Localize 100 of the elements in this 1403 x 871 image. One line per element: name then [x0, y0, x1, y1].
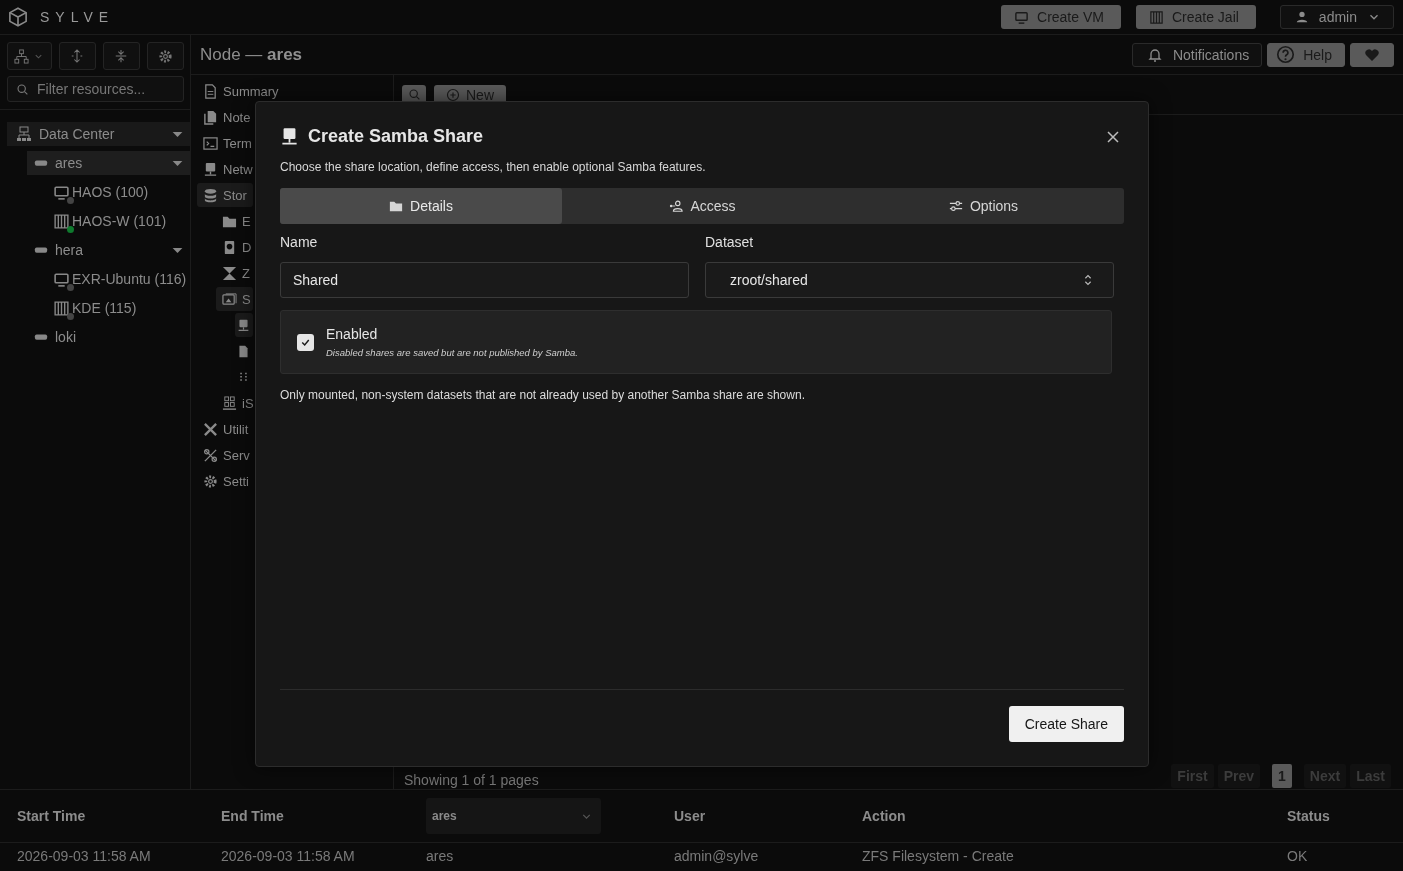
nav-item[interactable]: Serv	[197, 443, 253, 467]
computer-icon	[280, 127, 299, 146]
tree-item[interactable]: EXR-Ubuntu (116)	[53, 267, 190, 291]
tree-label: Data Center	[39, 126, 116, 142]
view-toggle-button[interactable]	[7, 42, 52, 70]
logo-icon	[8, 7, 28, 27]
search-box[interactable]: Filter resources...	[7, 76, 184, 102]
tree-item[interactable]: KDE (115)	[53, 296, 190, 320]
nav-item[interactable]: Utilit	[197, 417, 253, 441]
dialog-description: Choose the share location, define access, then enable optional Samba features.	[280, 160, 707, 174]
tree-item[interactable]: HAOS (100)	[53, 180, 190, 204]
document-icon	[203, 83, 218, 99]
user-icon	[1294, 10, 1309, 24]
search-icon	[16, 82, 29, 96]
settings-icon	[203, 473, 218, 489]
dataset-note: Only mounted, non-system datasets that are not already used by another Samba share are shown.	[280, 388, 806, 402]
table-cell-text: 2026-09-03 11:58 AM	[221, 848, 356, 864]
nav-item[interactable]: Note	[197, 105, 253, 129]
monitor-icon	[53, 270, 70, 288]
close-icon	[1105, 128, 1121, 145]
close-button[interactable]	[1105, 128, 1121, 145]
user-menu-button[interactable]: admin	[1279, 5, 1394, 29]
tree-item[interactable]: HAOS-W (101)	[53, 209, 190, 233]
tab[interactable]: Access	[562, 188, 843, 224]
computer-icon	[203, 161, 218, 177]
create-share-button[interactable]: Create Share	[1008, 706, 1124, 742]
favorite-button[interactable]	[1350, 42, 1394, 67]
tree-label: ares	[55, 155, 84, 171]
hourglass-icon	[222, 265, 237, 281]
tab[interactable]: Details	[280, 188, 562, 224]
column-header: Status	[1287, 808, 1331, 824]
tree-item[interactable]: loki	[27, 325, 190, 349]
heart-icon	[1364, 46, 1380, 63]
nav-item[interactable]: E	[216, 209, 253, 233]
expand-button[interactable]	[58, 42, 96, 70]
tree-label: HAOS (100)	[72, 184, 150, 200]
table-cell-text: OK	[1287, 848, 1309, 864]
nav-item[interactable]: Z	[216, 261, 253, 285]
nav-label: Z	[242, 265, 250, 281]
folder-share-icon	[222, 291, 237, 307]
nav-label: Setti	[223, 473, 249, 489]
dots-icon	[237, 370, 250, 384]
nav-item[interactable]: S	[216, 287, 253, 311]
checkbox[interactable]	[297, 333, 314, 351]
tree-item[interactable]: Data Center	[7, 122, 190, 146]
name-field[interactable]: Shared	[280, 262, 689, 298]
nav-label: Stor	[223, 187, 247, 203]
brand-name: SYLVE	[40, 9, 115, 25]
breadcrumb-title: Node — ares	[200, 44, 304, 65]
table-cell-text: admin@sylve	[674, 848, 760, 864]
help-icon	[1276, 45, 1296, 64]
tab[interactable]: Options	[843, 188, 1124, 224]
server-tree-icon	[16, 126, 32, 142]
nav-item[interactable]: Netw	[197, 157, 253, 181]
nav-item[interactable]: iS	[216, 391, 253, 415]
nav-label: D	[242, 239, 252, 255]
nav-item[interactable]: Stor	[197, 183, 253, 207]
nav-item[interactable]	[235, 313, 253, 337]
pagination-summary: Showing 1 of 1 pages	[404, 772, 540, 788]
folder-icon	[389, 199, 404, 213]
dataset-select[interactable]: zroot/shared	[705, 262, 1114, 298]
user-icon	[669, 199, 684, 213]
expand-icon	[70, 49, 85, 63]
column-header: Action	[862, 808, 907, 824]
field-label: Name	[280, 234, 319, 250]
database-icon	[203, 187, 218, 203]
dialog-title: Create Samba Share	[308, 126, 485, 147]
file-icon	[237, 344, 250, 358]
bell-icon	[1146, 46, 1163, 63]
notifications-button[interactable]: Notifications	[1131, 42, 1263, 67]
nav-item[interactable]: Term	[197, 131, 253, 155]
collapse-icon	[114, 49, 129, 63]
collapse-button[interactable]	[102, 42, 140, 70]
checkbox-hint: Disabled shares are saved but are not published by Samba.	[326, 347, 578, 358]
tree-icon	[14, 48, 30, 64]
nav-item[interactable]: Summary	[197, 79, 393, 103]
nav-label: iS	[242, 395, 254, 411]
column-header: Start Time	[17, 808, 87, 824]
monitor-icon	[1014, 9, 1029, 25]
grid-icon	[53, 299, 70, 317]
nav-label: E	[242, 213, 251, 229]
sliders-icon	[948, 199, 963, 213]
node-filter-select[interactable]: ares	[426, 798, 601, 834]
tree-label: hera	[55, 242, 85, 258]
tree-label: HAOS-W (101)	[72, 213, 168, 229]
computer-icon	[237, 318, 250, 332]
nav-item[interactable]: Setti	[197, 469, 253, 493]
column-header: End Time	[221, 808, 285, 824]
tree-label: KDE (115)	[72, 300, 138, 316]
settings-button[interactable]	[146, 42, 184, 70]
notes-icon	[203, 109, 218, 125]
terminal-icon	[203, 135, 218, 151]
tree-item[interactable]: ares	[27, 151, 190, 175]
tree-label: EXR-Ubuntu (116)	[72, 271, 188, 287]
nav-label: Summary	[223, 83, 279, 99]
column-header: User	[674, 808, 707, 824]
tree-item[interactable]: hera	[27, 238, 190, 262]
table-cell-text: ZFS Filesystem - Create	[862, 848, 1015, 864]
nav-item[interactable]: D	[216, 235, 253, 259]
filter-field[interactable]: Filter resources...	[37, 81, 177, 97]
